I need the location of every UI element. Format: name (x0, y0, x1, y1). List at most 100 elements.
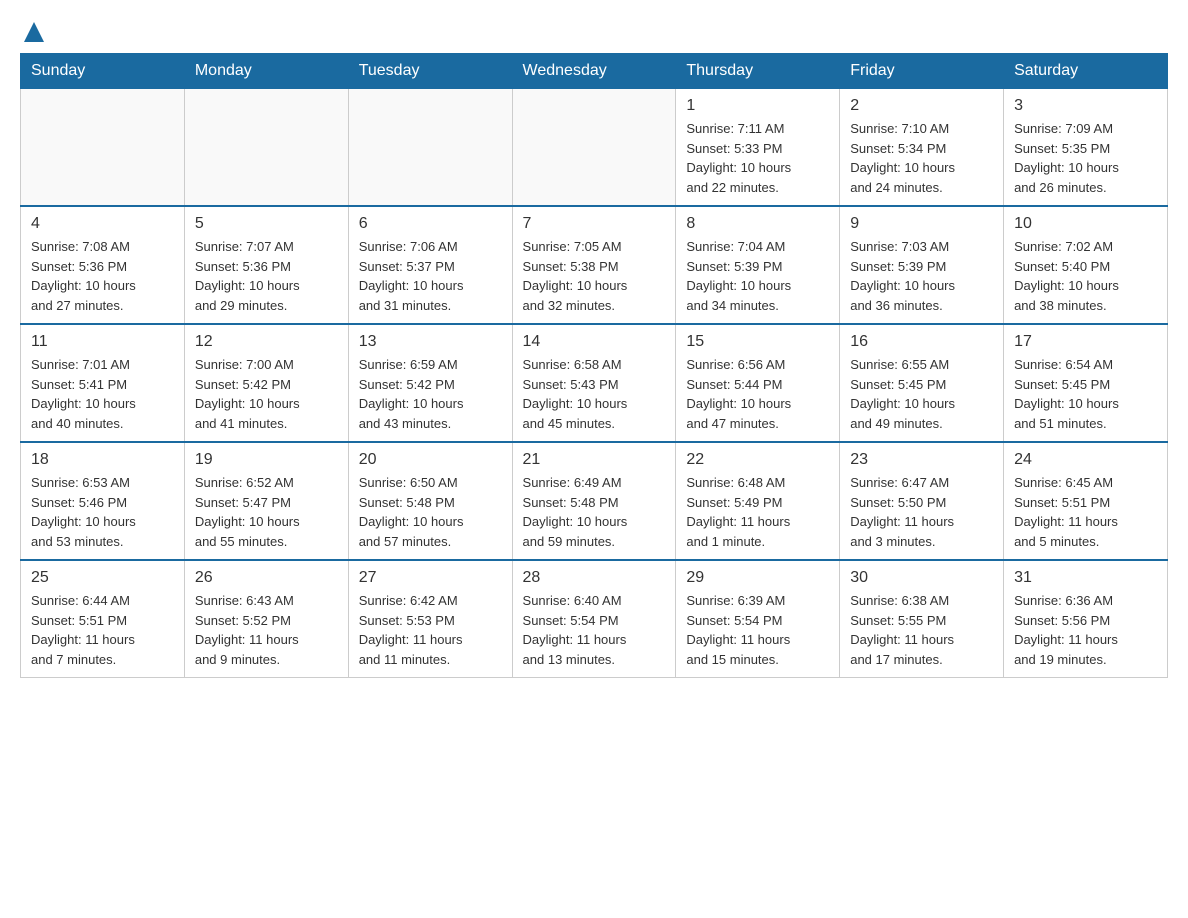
col-thursday: Thursday (676, 54, 840, 89)
day-cell: 30 Sunrise: 6:38 AM Sunset: 5:55 PM Dayli… (840, 560, 1004, 678)
week-row-3: 11 Sunrise: 7:01 AM Sunset: 5:41 PM Dayli… (21, 324, 1168, 442)
day-cell (184, 89, 348, 207)
day-number: 21 (523, 451, 666, 469)
day-cell: 7 Sunrise: 7:05 AM Sunset: 5:38 PM Daylig… (512, 206, 676, 324)
day-info: Sunrise: 6:56 AM Sunset: 5:44 PM Dayligh… (686, 355, 829, 433)
day-info: Sunrise: 6:53 AM Sunset: 5:46 PM Dayligh… (31, 473, 174, 551)
day-cell: 13 Sunrise: 6:59 AM Sunset: 5:42 PM Dayli… (348, 324, 512, 442)
day-cell: 18Sunrise: 6:53 AM Sunset: 5:46 PM Dayli… (21, 442, 185, 560)
day-cell: 29 Sunrise: 6:39 AM Sunset: 5:54 PM Dayli… (676, 560, 840, 678)
day-cell: 5 Sunrise: 7:07 AM Sunset: 5:36 PM Daylig… (184, 206, 348, 324)
day-cell: 26 Sunrise: 6:43 AM Sunset: 5:52 PM Dayli… (184, 560, 348, 678)
day-info: Sunrise: 7:09 AM Sunset: 5:35 PM Dayligh… (1014, 119, 1157, 197)
day-cell: 14 Sunrise: 6:58 AM Sunset: 5:43 PM Dayli… (512, 324, 676, 442)
day-cell: 27 Sunrise: 6:42 AM Sunset: 5:53 PM Dayli… (348, 560, 512, 678)
day-info: Sunrise: 6:42 AM Sunset: 5:53 PM Dayligh… (359, 591, 502, 669)
day-number: 25 (31, 569, 174, 587)
day-cell (348, 89, 512, 207)
day-cell: 2 Sunrise: 7:10 AM Sunset: 5:34 PM Daylig… (840, 89, 1004, 207)
day-number: 17 (1014, 333, 1157, 351)
day-number: 26 (195, 569, 338, 587)
day-number: 24 (1014, 451, 1157, 469)
header-row: Sunday Monday Tuesday Wednesday Thursday… (21, 54, 1168, 89)
day-info: Sunrise: 7:08 AM Sunset: 5:36 PM Dayligh… (31, 237, 174, 315)
day-cell: 8 Sunrise: 7:04 AM Sunset: 5:39 PM Daylig… (676, 206, 840, 324)
day-number: 11 (31, 333, 174, 351)
day-cell: 12 Sunrise: 7:00 AM Sunset: 5:42 PM Dayli… (184, 324, 348, 442)
day-info: Sunrise: 6:54 AM Sunset: 5:45 PM Dayligh… (1014, 355, 1157, 433)
day-cell: 9Sunrise: 7:03 AM Sunset: 5:39 PM Daylig… (840, 206, 1004, 324)
day-number: 30 (850, 569, 993, 587)
day-cell: 24 Sunrise: 6:45 AM Sunset: 5:51 PM Dayli… (1004, 442, 1168, 560)
day-number: 31 (1014, 569, 1157, 587)
day-number: 7 (523, 215, 666, 233)
week-row-2: 4 Sunrise: 7:08 AM Sunset: 5:36 PM Daylig… (21, 206, 1168, 324)
day-info: Sunrise: 6:52 AM Sunset: 5:47 PM Dayligh… (195, 473, 338, 551)
day-info: Sunrise: 7:04 AM Sunset: 5:39 PM Dayligh… (686, 237, 829, 315)
day-cell: 17 Sunrise: 6:54 AM Sunset: 5:45 PM Dayli… (1004, 324, 1168, 442)
day-info: Sunrise: 7:10 AM Sunset: 5:34 PM Dayligh… (850, 119, 993, 197)
day-info: Sunrise: 7:03 AM Sunset: 5:39 PM Dayligh… (850, 237, 993, 315)
day-info: Sunrise: 6:55 AM Sunset: 5:45 PM Dayligh… (850, 355, 993, 433)
day-info: Sunrise: 7:11 AM Sunset: 5:33 PM Dayligh… (686, 119, 829, 197)
week-row-1: 1Sunrise: 7:11 AM Sunset: 5:33 PM Daylig… (21, 89, 1168, 207)
day-cell: 1Sunrise: 7:11 AM Sunset: 5:33 PM Daylig… (676, 89, 840, 207)
day-number: 27 (359, 569, 502, 587)
day-number: 14 (523, 333, 666, 351)
col-sunday: Sunday (21, 54, 185, 89)
day-info: Sunrise: 7:01 AM Sunset: 5:41 PM Dayligh… (31, 355, 174, 433)
day-info: Sunrise: 6:44 AM Sunset: 5:51 PM Dayligh… (31, 591, 174, 669)
day-cell: 16 Sunrise: 6:55 AM Sunset: 5:45 PM Dayli… (840, 324, 1004, 442)
day-number: 16 (850, 333, 993, 351)
day-number: 2 (850, 97, 993, 115)
day-number: 29 (686, 569, 829, 587)
day-info: Sunrise: 6:49 AM Sunset: 5:48 PM Dayligh… (523, 473, 666, 551)
day-number: 15 (686, 333, 829, 351)
day-number: 10 (1014, 215, 1157, 233)
day-info: Sunrise: 6:58 AM Sunset: 5:43 PM Dayligh… (523, 355, 666, 433)
day-info: Sunrise: 6:45 AM Sunset: 5:51 PM Dayligh… (1014, 473, 1157, 551)
day-info: Sunrise: 6:36 AM Sunset: 5:56 PM Dayligh… (1014, 591, 1157, 669)
day-number: 6 (359, 215, 502, 233)
day-info: Sunrise: 7:07 AM Sunset: 5:36 PM Dayligh… (195, 237, 338, 315)
day-number: 12 (195, 333, 338, 351)
day-info: Sunrise: 7:05 AM Sunset: 5:38 PM Dayligh… (523, 237, 666, 315)
week-row-5: 25 Sunrise: 6:44 AM Sunset: 5:51 PM Dayli… (21, 560, 1168, 678)
day-info: Sunrise: 6:43 AM Sunset: 5:52 PM Dayligh… (195, 591, 338, 669)
day-number: 13 (359, 333, 502, 351)
col-wednesday: Wednesday (512, 54, 676, 89)
day-cell: 10 Sunrise: 7:02 AM Sunset: 5:40 PM Dayli… (1004, 206, 1168, 324)
calendar-table: Sunday Monday Tuesday Wednesday Thursday… (20, 53, 1168, 678)
col-tuesday: Tuesday (348, 54, 512, 89)
day-info: Sunrise: 7:00 AM Sunset: 5:42 PM Dayligh… (195, 355, 338, 433)
day-cell: 6Sunrise: 7:06 AM Sunset: 5:37 PM Daylig… (348, 206, 512, 324)
col-saturday: Saturday (1004, 54, 1168, 89)
day-info: Sunrise: 6:48 AM Sunset: 5:49 PM Dayligh… (686, 473, 829, 551)
day-cell: 15 Sunrise: 6:56 AM Sunset: 5:44 PM Dayli… (676, 324, 840, 442)
day-number: 3 (1014, 97, 1157, 115)
day-cell: 19 Sunrise: 6:52 AM Sunset: 5:47 PM Dayli… (184, 442, 348, 560)
day-cell: 28Sunrise: 6:40 AM Sunset: 5:54 PM Dayli… (512, 560, 676, 678)
day-cell: 31 Sunrise: 6:36 AM Sunset: 5:56 PM Dayli… (1004, 560, 1168, 678)
day-cell: 22Sunrise: 6:48 AM Sunset: 5:49 PM Dayli… (676, 442, 840, 560)
day-info: Sunrise: 6:40 AM Sunset: 5:54 PM Dayligh… (523, 591, 666, 669)
day-cell: 23 Sunrise: 6:47 AM Sunset: 5:50 PM Dayli… (840, 442, 1004, 560)
day-number: 8 (686, 215, 829, 233)
day-info: Sunrise: 6:59 AM Sunset: 5:42 PM Dayligh… (359, 355, 502, 433)
col-monday: Monday (184, 54, 348, 89)
day-cell (21, 89, 185, 207)
day-number: 5 (195, 215, 338, 233)
week-row-4: 18Sunrise: 6:53 AM Sunset: 5:46 PM Dayli… (21, 442, 1168, 560)
day-number: 23 (850, 451, 993, 469)
day-cell: 20Sunrise: 6:50 AM Sunset: 5:48 PM Dayli… (348, 442, 512, 560)
day-info: Sunrise: 6:38 AM Sunset: 5:55 PM Dayligh… (850, 591, 993, 669)
day-cell: 25 Sunrise: 6:44 AM Sunset: 5:51 PM Dayli… (21, 560, 185, 678)
day-info: Sunrise: 6:47 AM Sunset: 5:50 PM Dayligh… (850, 473, 993, 551)
day-info: Sunrise: 6:50 AM Sunset: 5:48 PM Dayligh… (359, 473, 502, 551)
day-cell (512, 89, 676, 207)
logo-triangle-icon (24, 22, 44, 42)
day-info: Sunrise: 7:02 AM Sunset: 5:40 PM Dayligh… (1014, 237, 1157, 315)
day-number: 4 (31, 215, 174, 233)
day-number: 19 (195, 451, 338, 469)
day-info: Sunrise: 6:39 AM Sunset: 5:54 PM Dayligh… (686, 591, 829, 669)
